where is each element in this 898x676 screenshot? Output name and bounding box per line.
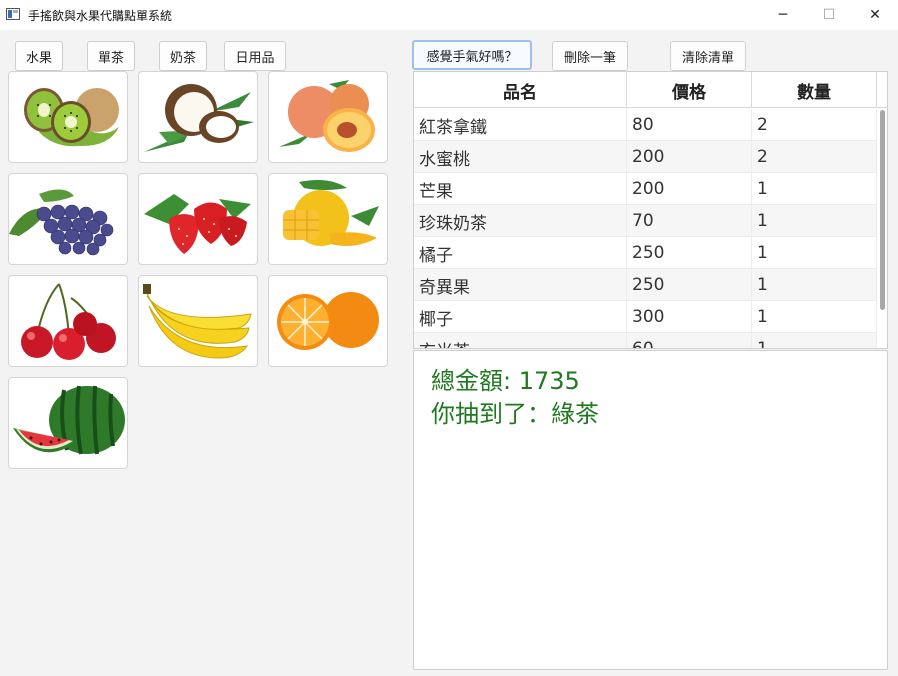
cell-name: 珍珠奶茶: [414, 205, 627, 237]
total-amount-text: 總金額: 1735: [431, 367, 580, 395]
minimize-button[interactable]: ─: [760, 0, 806, 30]
lucky-draw-button[interactable]: 感覺手氣好嗎？: [412, 40, 532, 70]
coconut-icon: [144, 84, 254, 152]
table-row[interactable]: 橘子 250 1: [414, 237, 877, 269]
cell-name: 橘子: [414, 237, 627, 269]
watermelon-icon: [13, 385, 125, 455]
cell-quantity: 1: [752, 237, 877, 269]
table-row[interactable]: 奇異果 250 1: [414, 269, 877, 301]
cell-name: 椰子: [414, 301, 627, 333]
cell-quantity: 1: [752, 333, 877, 348]
product-banana[interactable]: [138, 275, 258, 367]
mango-icon: [283, 180, 379, 246]
cell-name: 紅茶拿鐵: [414, 109, 627, 141]
cell-price: 70: [627, 205, 752, 237]
column-header-price[interactable]: 價格: [627, 72, 752, 108]
cell-name: 玄米茶: [414, 333, 627, 348]
kiwi-icon: [24, 88, 119, 147]
cell-quantity: 1: [752, 301, 877, 333]
cell-price: 300: [627, 301, 752, 333]
orange-icon: [277, 292, 379, 350]
order-table[interactable]: 品名 價格 數量 紅茶拿鐵 80 2 水蜜桃 200 2 芒果 200 1 珍珠…: [413, 71, 888, 349]
maximize-button[interactable]: ☐: [806, 0, 852, 30]
cell-name: 奇異果: [414, 269, 627, 301]
lucky-draw-result-text: 你抽到了：綠茶: [431, 400, 599, 428]
product-orange[interactable]: [268, 275, 388, 367]
cell-quantity: 1: [752, 269, 877, 301]
product-watermelon[interactable]: [8, 377, 128, 469]
peach-icon: [279, 80, 375, 152]
product-mango[interactable]: [268, 173, 388, 265]
cell-price: 200: [627, 141, 752, 173]
table-header: 品名 價格 數量: [414, 72, 887, 108]
grapes-icon: [9, 189, 114, 256]
table-row[interactable]: 玄米茶 60 1: [414, 333, 877, 348]
category-milk-tea-button[interactable]: 奶茶: [159, 41, 207, 71]
table-row[interactable]: 珍珠奶茶 70 1: [414, 205, 877, 237]
cherry-icon: [21, 283, 116, 360]
category-fruit-button[interactable]: 水果: [15, 41, 63, 71]
cell-price: 60: [627, 333, 752, 348]
table-row[interactable]: 芒果 200 1: [414, 173, 877, 205]
cell-quantity: 1: [752, 173, 877, 205]
cell-price: 200: [627, 173, 752, 205]
product-coconut[interactable]: [138, 71, 258, 163]
clear-list-button[interactable]: 清除清單: [670, 41, 746, 71]
table-row[interactable]: 水蜜桃 200 2: [414, 141, 877, 173]
cell-price: 250: [627, 269, 752, 301]
close-button[interactable]: ✕: [852, 0, 898, 30]
cell-quantity: 2: [752, 141, 877, 173]
banana-icon: [143, 284, 252, 359]
delete-one-button[interactable]: 刪除一筆: [552, 41, 628, 71]
cell-name: 芒果: [414, 173, 627, 205]
product-strawberry[interactable]: [138, 173, 258, 265]
app-icon: [6, 8, 20, 20]
cell-quantity: 2: [752, 109, 877, 141]
strawberry-icon: [144, 194, 251, 254]
column-header-quantity[interactable]: 數量: [752, 72, 877, 108]
scrollbar-thumb[interactable]: [880, 110, 885, 310]
table-row[interactable]: 紅茶拿鐵 80 2: [414, 109, 877, 141]
window-title: 手搖飲與水果代購點單系統: [28, 9, 173, 23]
table-scrollbar[interactable]: [878, 108, 887, 348]
table-row[interactable]: 椰子 300 1: [414, 301, 877, 333]
title-bar: 手搖飲與水果代購點單系統 ─ ☐ ✕: [0, 0, 898, 30]
cell-quantity: 1: [752, 205, 877, 237]
product-grapes[interactable]: [8, 173, 128, 265]
cell-price: 80: [627, 109, 752, 141]
cell-name: 水蜜桃: [414, 141, 627, 173]
category-daily-goods-button[interactable]: 日用品: [224, 41, 286, 71]
product-cherry[interactable]: [8, 275, 128, 367]
category-tea-button[interactable]: 單茶: [87, 41, 135, 71]
result-text-area[interactable]: 總金額: 1735 你抽到了：綠茶: [413, 350, 888, 670]
product-peach[interactable]: [268, 71, 388, 163]
product-kiwi[interactable]: [8, 71, 128, 163]
cell-price: 250: [627, 237, 752, 269]
column-header-name[interactable]: 品名: [414, 72, 627, 108]
